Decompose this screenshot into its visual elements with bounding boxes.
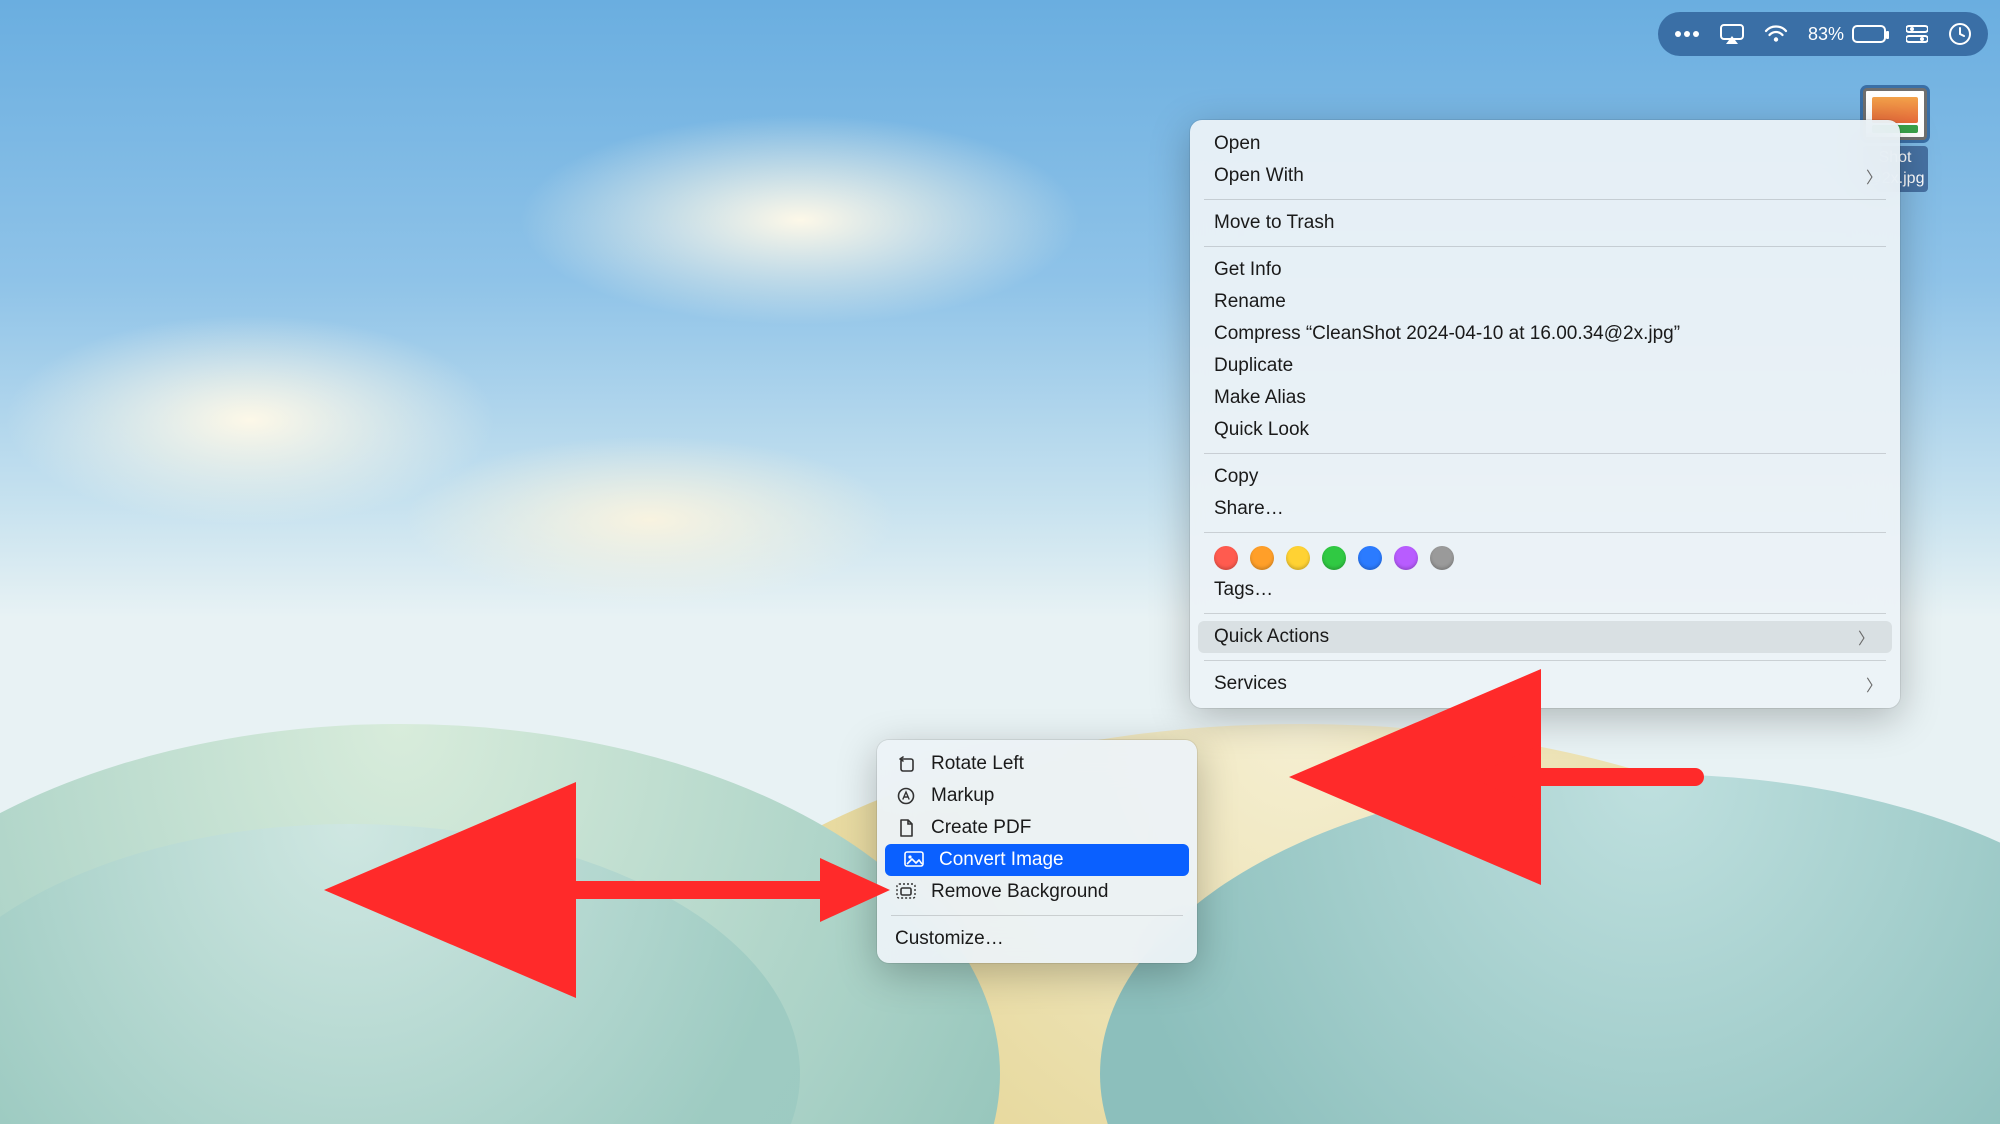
remove-bg-icon	[895, 883, 917, 901]
tag-red[interactable]	[1214, 546, 1238, 570]
menu-separator	[1204, 613, 1886, 614]
menu-bar: 83%	[1658, 12, 1988, 56]
menu-separator	[1204, 453, 1886, 454]
menu-item-open-with[interactable]: Open With〉	[1190, 160, 1900, 192]
battery-icon	[1852, 25, 1886, 43]
desktop: 83% Shot@2x.jpg Open Open With〉 Move to …	[0, 0, 2000, 1124]
context-menu: Open Open With〉 Move to Trash Get Info R…	[1190, 120, 1900, 708]
menu-separator	[1204, 660, 1886, 661]
menu-item-open[interactable]: Open	[1190, 128, 1900, 160]
chevron-right-icon: 〉	[1866, 164, 1882, 188]
annotation-arrow	[530, 860, 860, 920]
menu-separator	[1204, 532, 1886, 533]
annotation-arrow-head	[1470, 745, 1540, 809]
submenu-item-create-pdf[interactable]: Create PDF	[877, 812, 1197, 844]
submenu-item-rotate-left[interactable]: Rotate Left	[877, 748, 1197, 780]
quick-actions-submenu: Rotate Left Markup Create PDF Convert Im…	[877, 740, 1197, 963]
tag-purple[interactable]	[1394, 546, 1418, 570]
menu-item-compress[interactable]: Compress “CleanShot 2024-04-10 at 16.00.…	[1190, 318, 1900, 350]
control-center-icon[interactable]	[1906, 25, 1928, 43]
chevron-right-icon: 〉	[1866, 672, 1882, 696]
wifi-icon[interactable]	[1764, 25, 1788, 43]
tag-green[interactable]	[1322, 546, 1346, 570]
tag-color-row	[1190, 540, 1900, 574]
tag-orange[interactable]	[1250, 546, 1274, 570]
tag-grey[interactable]	[1430, 546, 1454, 570]
menu-item-make-alias[interactable]: Make Alias	[1190, 382, 1900, 414]
menu-item-quick-actions[interactable]: Quick Actions〉	[1198, 621, 1892, 653]
submenu-item-convert-image[interactable]: Convert Image	[885, 844, 1189, 876]
submenu-item-remove-background[interactable]: Remove Background	[877, 876, 1197, 908]
tag-blue[interactable]	[1358, 546, 1382, 570]
menu-item-share[interactable]: Share…	[1190, 493, 1900, 525]
menu-separator	[891, 915, 1183, 916]
menu-separator	[1204, 199, 1886, 200]
battery-percent: 83%	[1808, 24, 1844, 45]
clock-icon[interactable]	[1948, 22, 1972, 46]
rotate-icon	[895, 755, 917, 773]
markup-icon	[895, 787, 917, 805]
submenu-item-markup[interactable]: Markup	[877, 780, 1197, 812]
more-icon[interactable]	[1674, 28, 1700, 40]
tag-yellow[interactable]	[1286, 546, 1310, 570]
menu-separator	[1204, 246, 1886, 247]
annotation-arrow-head	[820, 858, 890, 922]
menu-item-tags[interactable]: Tags…	[1190, 574, 1900, 606]
image-icon	[903, 851, 925, 869]
menu-item-services[interactable]: Services〉	[1190, 668, 1900, 700]
screen-mirroring-icon[interactable]	[1720, 24, 1744, 44]
submenu-item-customize[interactable]: Customize…	[877, 923, 1197, 955]
document-icon	[895, 819, 917, 837]
chevron-right-icon: 〉	[1858, 625, 1874, 649]
menu-item-move-to-trash[interactable]: Move to Trash	[1190, 207, 1900, 239]
menu-item-copy[interactable]: Copy	[1190, 461, 1900, 493]
battery-status[interactable]: 83%	[1808, 24, 1886, 45]
menu-item-get-info[interactable]: Get Info	[1190, 254, 1900, 286]
menu-item-quick-look[interactable]: Quick Look	[1190, 414, 1900, 446]
menu-item-rename[interactable]: Rename	[1190, 286, 1900, 318]
menu-item-duplicate[interactable]: Duplicate	[1190, 350, 1900, 382]
